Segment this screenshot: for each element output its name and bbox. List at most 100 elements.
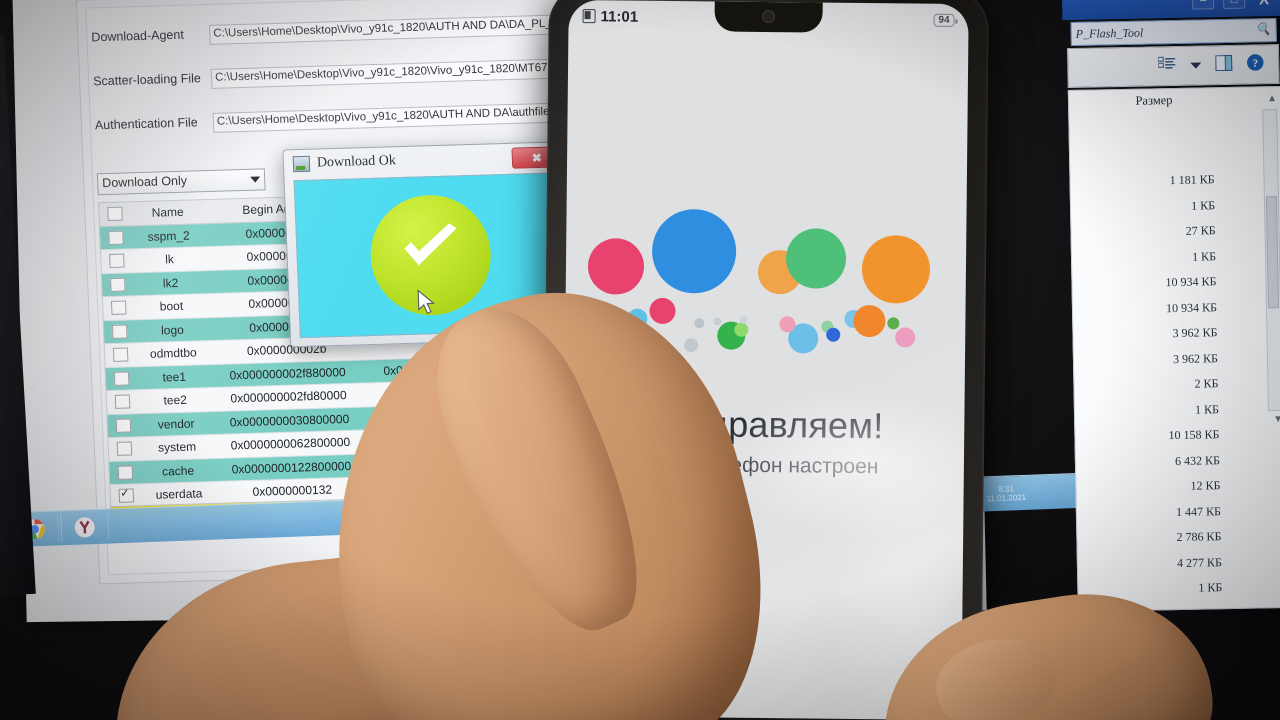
- search-icon[interactable]: 🔍: [1256, 22, 1271, 37]
- row-checkbox[interactable]: [109, 441, 140, 457]
- row-checkbox[interactable]: [104, 324, 135, 339]
- svg-text:?: ?: [1252, 57, 1258, 69]
- size-cell: 10 934 КБ: [1165, 299, 1218, 315]
- confetti-dot: [826, 327, 841, 342]
- cell-name: tee1: [162, 369, 187, 385]
- checkbox-glyph: [115, 418, 131, 433]
- size-cell: 2 786 КБ: [1176, 529, 1222, 545]
- size-column-header[interactable]: Размер: [1069, 92, 1239, 110]
- preview-pane-icon[interactable]: [1215, 54, 1233, 75]
- close-button[interactable]: X: [1254, 0, 1274, 8]
- confetti-dot: [739, 315, 748, 324]
- confetti-dot: [861, 235, 931, 304]
- view-options-icon[interactable]: [1157, 55, 1176, 76]
- row-checkbox[interactable]: [101, 253, 132, 269]
- scrollbar-thumb[interactable]: [1265, 196, 1280, 309]
- explorer-toolbar[interactable]: ?: [1066, 43, 1280, 89]
- checkbox-glyph: [114, 394, 130, 410]
- file-explorer-window[interactable]: – □ X P_Flash_Tool 🔍 ? Размер ▲: [1061, 0, 1280, 630]
- checkbox-glyph: [111, 324, 128, 339]
- phone-status-bar: 11:01 94: [568, 0, 968, 36]
- download-agent-label: Download-Agent: [91, 27, 185, 45]
- confetti-dot: [853, 304, 886, 338]
- row-checkbox[interactable]: [110, 465, 141, 480]
- save-disk-icon: [292, 155, 311, 173]
- row-checkbox[interactable]: [105, 347, 136, 363]
- cell-begin: 0x0000000030800000: [229, 411, 350, 430]
- auth-file-label: Authentication File: [94, 115, 198, 133]
- window-controls[interactable]: – □ X: [1191, 0, 1274, 10]
- size-cell: 27 КБ: [1185, 223, 1216, 238]
- cell-begin: 0x000000002f880000: [229, 364, 346, 383]
- cell-name: cache: [161, 463, 195, 479]
- tray-clock[interactable]: 8:31 11.01.2021: [986, 484, 1026, 504]
- cell-name: tee2: [163, 393, 188, 408]
- checkbox-glyph: [106, 206, 123, 222]
- search-value: P_Flash_Tool: [1075, 25, 1144, 41]
- size-cell: 1 181 КБ: [1169, 172, 1215, 188]
- cell-name: odmdtbo: [149, 345, 197, 362]
- size-cell: 1 КБ: [1194, 401, 1220, 417]
- chevron-down-icon: [250, 176, 261, 183]
- checkbox-glyph: [116, 441, 132, 457]
- yandex-icon[interactable]: [60, 512, 110, 543]
- checkmark-glyph: [404, 223, 457, 266]
- cell-name: lk: [164, 252, 175, 267]
- confetti-dot: [587, 238, 645, 295]
- cell-name: logo: [160, 322, 185, 338]
- download-mode-value: Download Only: [101, 173, 188, 191]
- cell-begin: 0x0000000122800000: [231, 458, 352, 477]
- explorer-file-list[interactable]: Размер ▲ ▼ 1 181 КБ 1 КБ 27 КБ 1 КБ 10 934 К…: [1067, 85, 1280, 612]
- checkbox-glyph: [113, 371, 129, 386]
- cell-begin: 0x0000000062800000: [230, 435, 351, 453]
- minimize-button[interactable]: –: [1191, 0, 1215, 10]
- row-checkbox[interactable]: [108, 418, 139, 433]
- confetti-dot: [713, 317, 722, 326]
- confetti-dot: [785, 228, 847, 289]
- row-checkbox[interactable]: [102, 277, 133, 292]
- status-left: 11:01: [582, 7, 639, 26]
- row-checkbox[interactable]: [100, 230, 131, 245]
- scroll-up-arrow[interactable]: ▲: [1267, 93, 1277, 104]
- tray-time: 8:31: [997, 484, 1014, 494]
- phone-clock: 11:01: [600, 7, 639, 26]
- screenshot-stage: Download Stop Download-Agent C:\Users\Ho…: [0, 0, 1280, 720]
- size-cell: 10 934 КБ: [1165, 274, 1217, 290]
- chevron-down-icon[interactable]: [1190, 56, 1202, 74]
- help-icon[interactable]: ?: [1246, 53, 1264, 76]
- size-cell: 1 КБ: [1191, 248, 1217, 264]
- size-cell: 3 962 КБ: [1172, 325, 1218, 341]
- size-values: 1 181 КБ 1 КБ 27 КБ 1 КБ 10 934 КБ 10 934 КБ 3…: [1070, 172, 1250, 609]
- tray-date: 11.01.2021: [986, 492, 1027, 504]
- row-checkbox[interactable]: [111, 488, 142, 504]
- scroll-down-arrow[interactable]: ▼: [1273, 414, 1280, 425]
- checkbox-glyph: [112, 347, 129, 363]
- download-mode-select[interactable]: Download Only: [96, 168, 266, 196]
- size-cell: 10 158 КБ: [1168, 427, 1220, 443]
- battery-indicator: 94: [933, 13, 955, 27]
- row-checkbox[interactable]: [107, 394, 138, 410]
- size-cell: 3 962 КБ: [1172, 350, 1219, 366]
- cell-name: vendor: [157, 416, 195, 432]
- cell-name: boot: [159, 299, 184, 314]
- explorer-scrollbar[interactable]: [1262, 109, 1280, 412]
- cell-name: userdata: [155, 486, 203, 502]
- row-checkbox[interactable]: [103, 300, 134, 316]
- checkbox-glyph: [108, 253, 125, 269]
- confetti-dot: [649, 297, 676, 325]
- explorer-search-box[interactable]: P_Flash_Tool 🔍: [1070, 18, 1277, 46]
- confetti-dot: [779, 316, 796, 333]
- select-all-checkbox[interactable]: [99, 206, 130, 222]
- checkbox-glyph: [109, 277, 126, 292]
- size-cell: 1 КБ: [1190, 197, 1216, 213]
- dialog-title: Download Ok: [316, 153, 397, 171]
- col-name: Name: [151, 205, 184, 220]
- cell-name: system: [157, 439, 197, 455]
- row-checkbox[interactable]: [106, 371, 137, 386]
- size-cell: 6 432 КБ: [1174, 452, 1221, 468]
- maximize-button[interactable]: □: [1222, 0, 1246, 10]
- sim-icon: [582, 9, 596, 24]
- cell-name: lk2: [162, 275, 179, 291]
- size-cell: 12 КБ: [1190, 478, 1221, 493]
- checkbox-glyph: [117, 465, 133, 480]
